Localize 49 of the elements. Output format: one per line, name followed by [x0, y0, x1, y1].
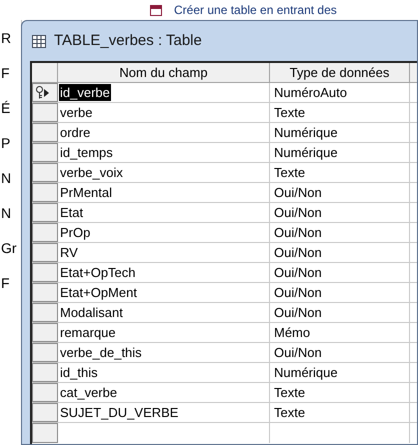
table-cell: Texte — [270, 403, 410, 422]
sidebar-item[interactable]: Gr — [0, 238, 21, 257]
table-cell: Numérique — [270, 363, 410, 382]
table-cell: Numérique — [270, 143, 410, 162]
table-cell: Oui/Non — [270, 343, 410, 362]
table-cell-text: id_this — [59, 364, 99, 382]
table-cell-text: Modalisant — [59, 304, 124, 322]
table-cell: Numérique — [270, 123, 410, 142]
table-cell: Oui/Non — [270, 263, 410, 282]
sidebar-item[interactable]: R — [0, 28, 21, 47]
sidebar-item[interactable]: É — [0, 98, 21, 117]
table-cell-text: PrOp — [59, 224, 92, 242]
sidebar-item[interactable]: N — [0, 203, 21, 222]
table-cell: Oui/Non — [270, 283, 410, 302]
table-cell-text: id_temps — [59, 144, 114, 162]
table-cell: Oui/Non — [270, 223, 410, 242]
table-cell: NuméroAuto — [270, 83, 410, 102]
row-selector[interactable] — [32, 83, 58, 102]
table-cell-text: cat_verbe — [59, 384, 118, 402]
sidebar-item[interactable]: F — [0, 63, 21, 82]
sidebar-item[interactable]: F — [0, 273, 21, 292]
table-cell-text: verbe — [59, 104, 94, 122]
table-cell: Oui/Non — [270, 243, 410, 262]
table-cell: Texte — [270, 383, 410, 402]
key-icon — [35, 86, 44, 99]
table-cell: Texte — [270, 163, 410, 182]
table-cell: Oui/Non — [270, 203, 410, 222]
table-cell-text: verbe_de_this — [59, 344, 143, 362]
table-cell: Mémo — [270, 323, 410, 342]
table-cell-text: verbe_voix — [59, 164, 124, 182]
table-cell: Texte — [270, 103, 410, 122]
sidebar-item[interactable]: P — [0, 133, 21, 152]
column-header[interactable]: Type de données — [270, 63, 410, 82]
heading-text: Créer une table en entrant des — [174, 4, 337, 16]
table-cell: Oui/Non — [270, 183, 410, 202]
table-cell-text: remarque — [59, 324, 117, 342]
table-cell-text: SUJET_DU_VERBE — [59, 404, 180, 422]
pointer-icon — [44, 88, 49, 96]
table-cell-text: Etat — [59, 204, 84, 222]
table-cell-text: RV — [59, 244, 79, 262]
window-title: TABLE_verbes : Table — [54, 30, 202, 51]
column-header[interactable]: Nom du champ — [58, 63, 270, 82]
table-cell-text: ordre — [59, 124, 92, 142]
table-cell-text: PrMental — [59, 184, 114, 202]
table-cell-text: Etat+OpMent — [59, 284, 138, 302]
table-cell: Oui/Non — [270, 303, 410, 322]
table-cell-text: Etat+OpTech — [59, 264, 137, 282]
sidebar-item[interactable]: N — [0, 168, 21, 187]
table-cell: id_verbe — [59, 84, 111, 101]
